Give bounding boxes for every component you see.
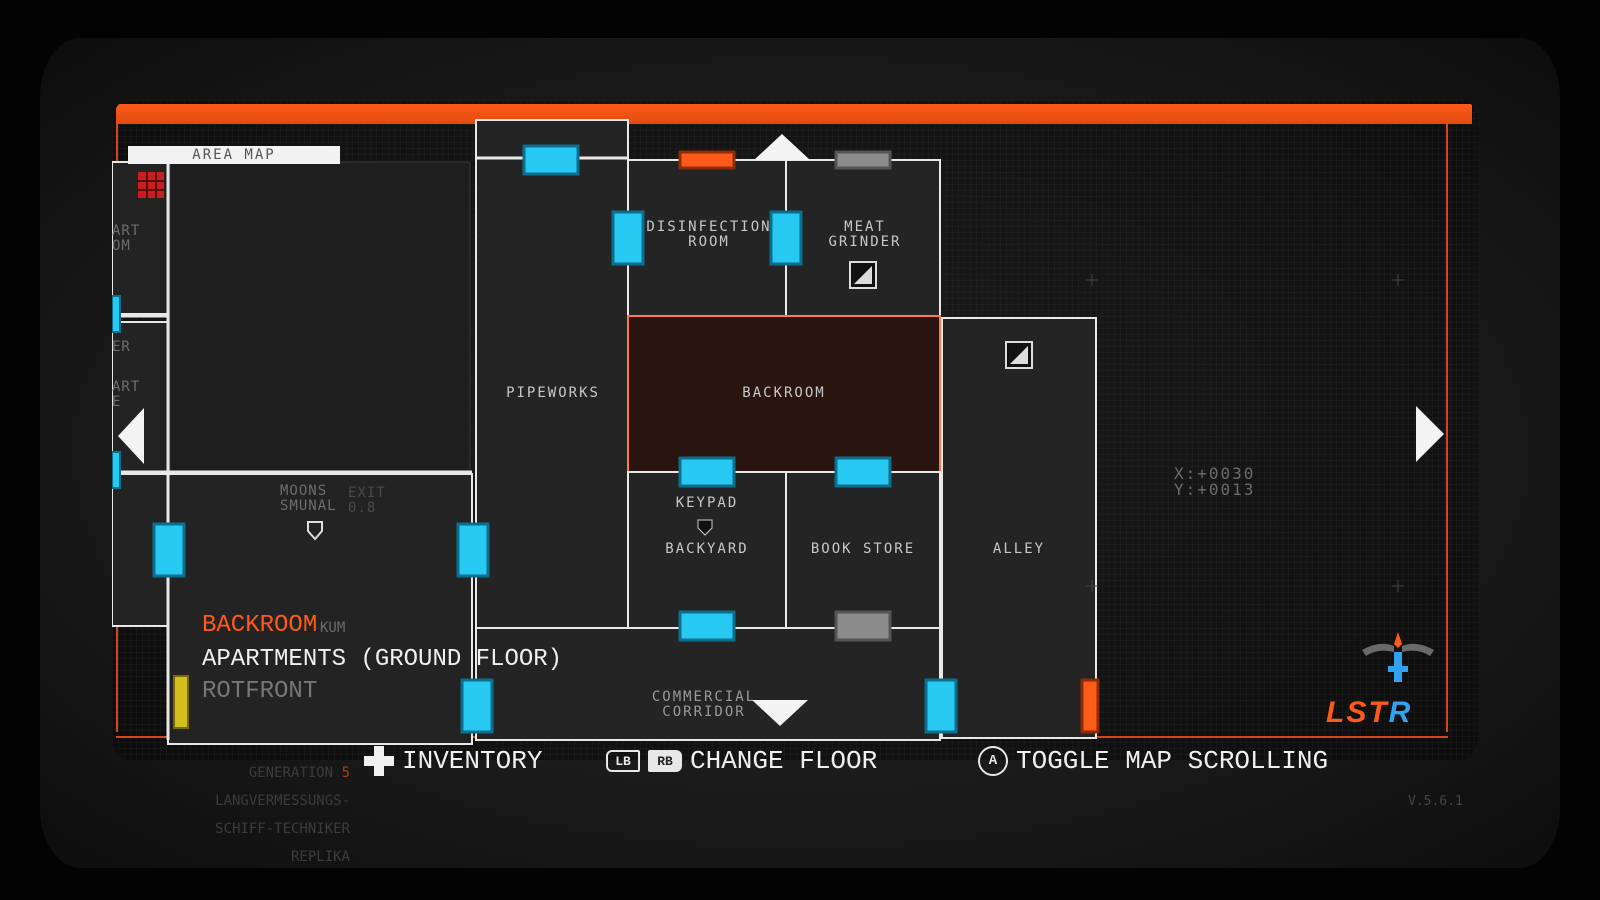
current-floor-name: APARTMENTS (GROUND FLOOR) xyxy=(202,646,563,673)
toggle-scrolling-label: TOGGLE MAP SCROLLING xyxy=(1016,746,1329,776)
grid-icon xyxy=(138,172,164,198)
dpad-icon xyxy=(364,746,394,776)
room-pipeworks[interactable] xyxy=(475,119,629,629)
floor-up-arrow[interactable] xyxy=(754,134,810,160)
room-label-book-store: BOOK STORE xyxy=(810,541,916,557)
coordinate-y: Y:+0013 xyxy=(1174,480,1256,499)
area-map-label: AREA MAP xyxy=(128,146,340,164)
partial-room-label: ER xyxy=(112,339,131,355)
partial-room-label: ART OM xyxy=(112,223,141,254)
wings-emblem-icon xyxy=(1362,632,1434,682)
inventory-label: INVENTORY xyxy=(402,746,543,776)
grid-crosshairs xyxy=(1086,274,1404,592)
lstr-logo: LSTR xyxy=(1326,696,1412,730)
a-button-icon: A xyxy=(978,746,1008,776)
map-screen: AREA MAP DISINFECTION ROOM MEAT GRINDER … xyxy=(112,100,1478,760)
unit-info-line: SCHIFF-TECHNIKER xyxy=(215,821,350,837)
unit-info-line: REPLIKA xyxy=(290,849,350,865)
room-commercial-corridor[interactable] xyxy=(475,627,941,741)
generation-label: GENERATION xyxy=(248,765,334,781)
current-district-name: ROTFRONT xyxy=(202,678,318,705)
coordinate-readout: X:+0030 Y:+0013 xyxy=(1174,466,1255,498)
current-room-name: BACKROOM xyxy=(202,612,318,639)
overlapping-room-label: MOONS SMUNAL xyxy=(280,483,337,514)
generation-value: 5 xyxy=(341,765,350,781)
room-label-disinfection: DISINFECTION ROOM xyxy=(646,219,772,250)
room-label-meat-grinder: MEAT GRINDER xyxy=(828,219,902,250)
room-label-keypad: KEYPAD xyxy=(675,495,739,511)
partial-room-label: ART E xyxy=(112,379,141,410)
logo-text-main: LST xyxy=(1326,696,1389,729)
room-label-backyard: BACKYARD xyxy=(665,541,749,557)
overlapping-room-label: EXIT 0.8 xyxy=(348,485,386,516)
stairs-icon[interactable] xyxy=(1005,341,1033,369)
unit-info: GENERATION 5 LANGVERMESSUNGS- SCHIFF-TEC… xyxy=(110,752,350,878)
room-alley[interactable] xyxy=(941,317,1097,739)
logo-text-tail: R xyxy=(1388,696,1413,729)
current-room-suffix: KUM xyxy=(320,620,346,636)
scroll-left-arrow[interactable] xyxy=(118,408,144,464)
scroll-right-arrow[interactable] xyxy=(1416,406,1444,462)
change-floor-label: CHANGE FLOOR xyxy=(690,746,878,776)
room-label-alley: ALLEY xyxy=(992,541,1046,557)
hud-change-floor[interactable]: LB RB CHANGE FLOOR xyxy=(606,746,877,776)
unit-info-line: LANGVERMESSUNGS- xyxy=(215,793,350,809)
floor-down-arrow[interactable] xyxy=(752,700,808,726)
hud-inventory[interactable]: INVENTORY xyxy=(364,746,542,776)
version-label: V.5.6.1 xyxy=(1408,794,1463,809)
room-label-pipeworks: PIPEWORKS xyxy=(506,385,600,401)
room-label-backroom: BACKROOM xyxy=(742,385,826,401)
rb-button-icon: RB xyxy=(648,750,682,772)
lb-button-icon: LB xyxy=(606,750,640,772)
stairs-icon[interactable] xyxy=(849,261,877,289)
hud-toggle-scrolling[interactable]: A TOGGLE MAP SCROLLING xyxy=(978,746,1328,776)
